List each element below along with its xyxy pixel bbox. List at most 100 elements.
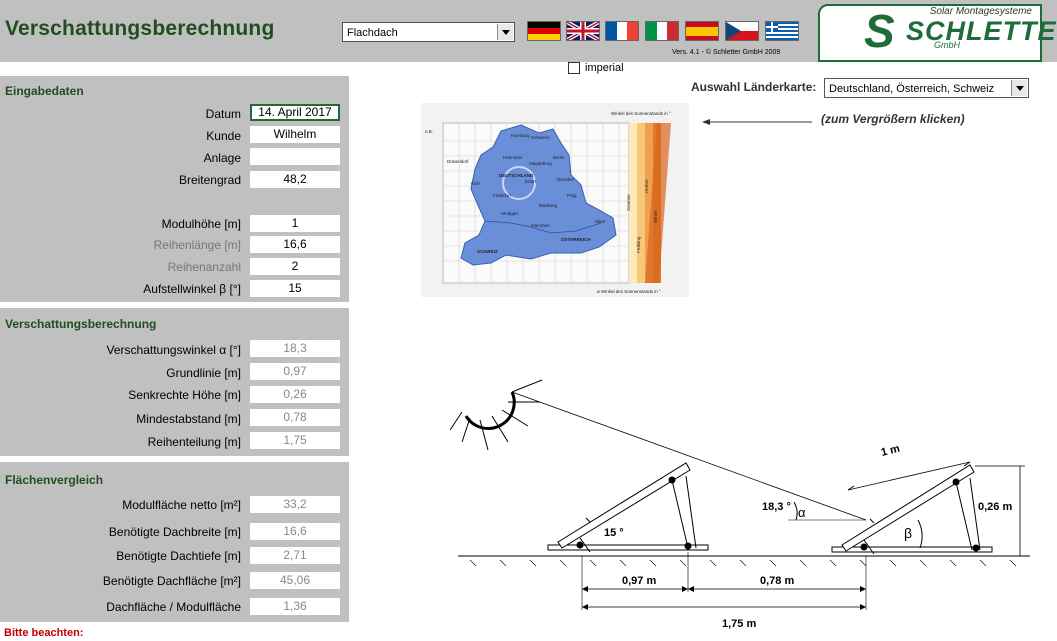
map-season: Sommer [626, 193, 631, 211]
map-city: München [531, 223, 550, 228]
flag-it-icon[interactable] [645, 21, 679, 41]
map-city: Bamberg [539, 203, 558, 208]
map-city: Düsseldorf [447, 159, 469, 164]
page-title: Verschattungsberechnung [5, 17, 275, 40]
roof-area-value: 45,06 [250, 572, 340, 589]
module-height-field[interactable]: 1 [250, 215, 340, 232]
roof-type-value: Flachdach [347, 27, 398, 39]
module-area-label: Modulfläche netto [m²] [122, 498, 241, 512]
tilt-angle-text: 15 ° [604, 527, 624, 539]
area-ratio-value: 1,36 [250, 598, 340, 615]
map-hint-text: (zum Vergrößern klicken) [821, 112, 965, 126]
map-season: Frühling [636, 236, 641, 253]
tilt-angle-label: Aufstellwinkel β [°] [143, 282, 241, 296]
flag-gr-icon[interactable] [765, 21, 799, 41]
area-panel-title: Flächenvergleich [5, 473, 104, 487]
flag-cz-icon[interactable] [725, 21, 759, 41]
roof-type-dropdown[interactable]: Flachdach [342, 22, 515, 42]
row-count-label: Reihenanzahl [167, 260, 241, 274]
chevron-down-icon[interactable] [1011, 80, 1027, 96]
map-city: Berlin [553, 155, 565, 160]
flag-es-icon[interactable] [685, 21, 719, 41]
area-ratio-label: Dachfläche / Modulfläche [106, 600, 241, 614]
vertical-height-value: 0,26 [250, 386, 340, 403]
roof-depth-value: 2,71 [250, 547, 340, 564]
logo-gmbh: GmbH [934, 40, 961, 50]
map-city: Dresden [557, 177, 575, 182]
input-panel: Eingabedaten Datum 14. April 2017 Kunde … [0, 76, 349, 302]
installation-field[interactable] [250, 148, 340, 165]
map-lat-label: n.B. [425, 129, 433, 134]
baseline-dim-text: 0,97 m [622, 575, 656, 587]
roof-width-value: 16,6 [250, 523, 340, 540]
map-city: Frankfurt [493, 193, 512, 198]
row-pitch-label: Reihenteilung [m] [147, 435, 241, 449]
roof-depth-label: Benötigte Dachtiefe [m] [116, 549, 241, 563]
min-distance-value: 0,78 [250, 409, 340, 426]
map-city: Schwerin [531, 135, 550, 140]
imperial-checkbox[interactable] [568, 62, 580, 74]
map-legend-bottom: ø Winkel des Sonnenstands in ° [597, 289, 661, 294]
baseline-label: Grundlinie [m] [166, 366, 241, 380]
map-city: Stuttgart [501, 211, 519, 216]
map-graphic: Winkel des Sonnenstands in ° ø Winkel de… [425, 111, 671, 294]
latitude-field[interactable]: 48,2 [250, 171, 340, 188]
chevron-down-icon[interactable] [497, 24, 513, 40]
imperial-label: imperial [585, 62, 624, 74]
sun-angle-map[interactable]: Winkel des Sonnenstands in ° ø Winkel de… [421, 103, 689, 297]
note-heading: Bitte beachten: [4, 627, 84, 639]
row-count-field[interactable]: 2 [250, 258, 340, 275]
baseline-value: 0,97 [250, 363, 340, 380]
tilt-angle-field[interactable]: 15 [250, 280, 340, 297]
installation-label: Anlage [203, 151, 241, 165]
flag-fr-icon[interactable] [605, 21, 639, 41]
map-season: Winter [653, 209, 658, 223]
flag-uk-icon[interactable] [566, 21, 600, 41]
min-distance-label: Mindestabstand [m] [136, 412, 241, 426]
row-length-label: Reihenlänge [m] [153, 238, 241, 252]
logo-initial: S [864, 5, 895, 57]
map-country-de: DEUTSCHLAND [499, 173, 534, 178]
date-label: Datum [205, 107, 241, 121]
map-city: Hamburg [511, 133, 530, 138]
ground-hatch [469, 559, 1017, 567]
country-map-dropdown[interactable]: Deutschland, Österreich, Schweiz [824, 78, 1029, 98]
logo-name: SCHLETTER [906, 16, 1057, 46]
alpha-symbol: α [798, 505, 806, 520]
vertical-height-label: Senkrechte Höhe [m] [128, 388, 241, 402]
map-city: Prag [567, 193, 577, 198]
customer-label: Kunde [206, 129, 241, 143]
shading-diagram: 15 ° 1 m 0,26 m 18,3 ° α β 0,97 m 0,78 m… [450, 379, 1030, 630]
row-pitch-value: 1,75 [250, 432, 340, 449]
map-legend-top: Winkel des Sonnenstands in ° [611, 111, 671, 116]
map-city: Hannover [503, 155, 523, 160]
beta-symbol: β [904, 525, 912, 541]
shading-panel: Verschattungsberechnung Verschattungswin… [0, 308, 349, 456]
pitch-dim-text: 1,75 m [722, 618, 756, 630]
latitude-label: Breitengrad [178, 173, 241, 187]
shadow-angle-text: 18,3 ° [762, 501, 791, 513]
height-text: 0,26 m [978, 501, 1012, 513]
flag-de-icon[interactable] [527, 21, 561, 41]
version-text: Vers. 4.1 - © Schletter GmbH 2009 [672, 49, 781, 56]
row-length-field[interactable]: 16,6 [250, 236, 340, 253]
module-length-text: 1 m [880, 443, 902, 459]
shading-angle-value: 18,3 [250, 340, 340, 357]
country-map-value: Deutschland, Österreich, Schweiz [829, 83, 995, 95]
map-country-ch: SCHWEIZ [477, 249, 498, 254]
header-bar: Verschattungsberechnung Flachdach Vers. … [0, 0, 1057, 62]
country-map-label: Auswahl Länderkarte: [691, 80, 817, 94]
map-city: Köln [471, 181, 481, 186]
map-city: Erfurt [525, 179, 537, 184]
date-field[interactable]: 14. April 2017 [250, 104, 340, 121]
customer-field[interactable]: Wilhelm [250, 126, 340, 143]
roof-area-label: Benötigte Dachfläche [m²] [102, 574, 241, 588]
map-season: Herbst [644, 179, 649, 193]
roof-width-label: Benötigte Dachbreite [m] [108, 525, 241, 539]
map-city: Magdeburg [529, 161, 552, 166]
shading-angle-label: Verschattungswinkel α [°] [106, 343, 241, 357]
left-module [547, 462, 709, 553]
map-city: Wien [595, 219, 606, 224]
area-panel: Flächenvergleich Modulfläche netto [m²] … [0, 462, 349, 622]
input-panel-title: Eingabedaten [5, 84, 84, 98]
